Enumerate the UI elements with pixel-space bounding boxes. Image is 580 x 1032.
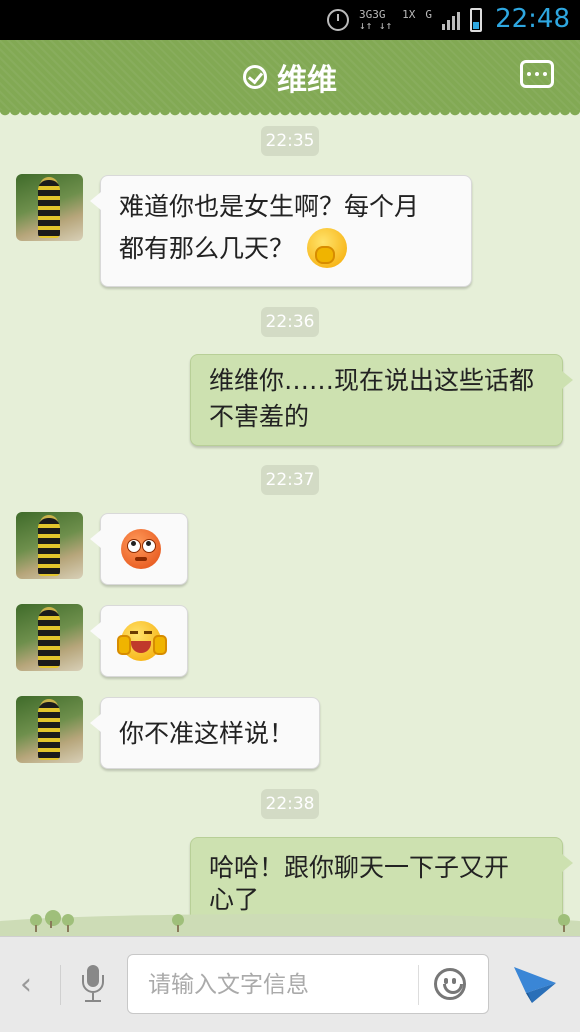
microphone-icon[interactable] [80, 965, 106, 1005]
status-icons: 3G3G ↓↑ ↓↑ 1X G [327, 8, 482, 32]
send-icon[interactable] [512, 963, 558, 1005]
contact-name: 维维 [277, 63, 337, 98]
background-scenery [0, 896, 580, 936]
message-text: 不害羞的 [209, 402, 310, 431]
check-circle-icon [243, 65, 267, 89]
message-input-container [127, 954, 489, 1014]
rolling-eyes-emoji [121, 529, 161, 569]
chat-header: 维维 [0, 40, 580, 116]
battery-icon [470, 8, 482, 32]
timestamp: 22:35 [261, 126, 319, 156]
timestamp: 22:36 [261, 307, 319, 337]
message-input[interactable] [146, 967, 410, 1003]
avatar[interactable] [16, 696, 83, 763]
smiley-icon[interactable] [434, 968, 466, 1000]
message-list[interactable]: 22:35 难道你也是女生啊？每个月 都有那么几天？ 22:36 维维你……现在… [0, 116, 580, 931]
message-text: 难道你也是女生啊？每个月 [119, 192, 420, 221]
alarm-icon [327, 9, 349, 31]
timestamp: 22:38 [261, 789, 319, 819]
shy-face-emoji [307, 228, 347, 268]
message-text: 哈哈！跟你聊天一下子又开 [209, 853, 510, 882]
avatar[interactable] [16, 174, 83, 241]
avatar[interactable] [16, 604, 83, 671]
status-bar: 3G3G ↓↑ ↓↑ 1X G 22:48 [0, 0, 580, 40]
input-bar: ‹ [0, 936, 580, 1032]
message-text: 你不准这样说！ [119, 719, 295, 748]
network-type-label: 1X [402, 8, 416, 21]
network-type-label: G [425, 8, 432, 21]
message-bubble-incoming[interactable]: 你不准这样说！ [90, 697, 320, 769]
timestamp: 22:37 [261, 465, 319, 495]
message-bubble-incoming[interactable]: 难道你也是女生啊？每个月 都有那么几天？ [90, 175, 472, 287]
message-bubble-incoming[interactable] [90, 513, 188, 585]
message-text: 维维你……现在说出这些话都 [209, 366, 535, 395]
status-time: 22:48 [495, 4, 570, 34]
back-arrow-icon[interactable]: ‹ [20, 967, 32, 1002]
laughing-face-emoji [117, 621, 167, 661]
message-bubble-incoming[interactable] [90, 605, 188, 677]
message-text: 都有那么几天？ [119, 234, 295, 263]
more-menu-icon[interactable] [520, 60, 554, 88]
divider [418, 965, 419, 1005]
signal-icon [442, 10, 460, 30]
avatar[interactable] [16, 512, 83, 579]
message-bubble-outgoing[interactable]: 维维你……现在说出这些话都 不害羞的 [190, 354, 573, 446]
divider [60, 965, 61, 1005]
network-type-label: 3G3G ↓↑ ↓↑ [359, 8, 393, 32]
